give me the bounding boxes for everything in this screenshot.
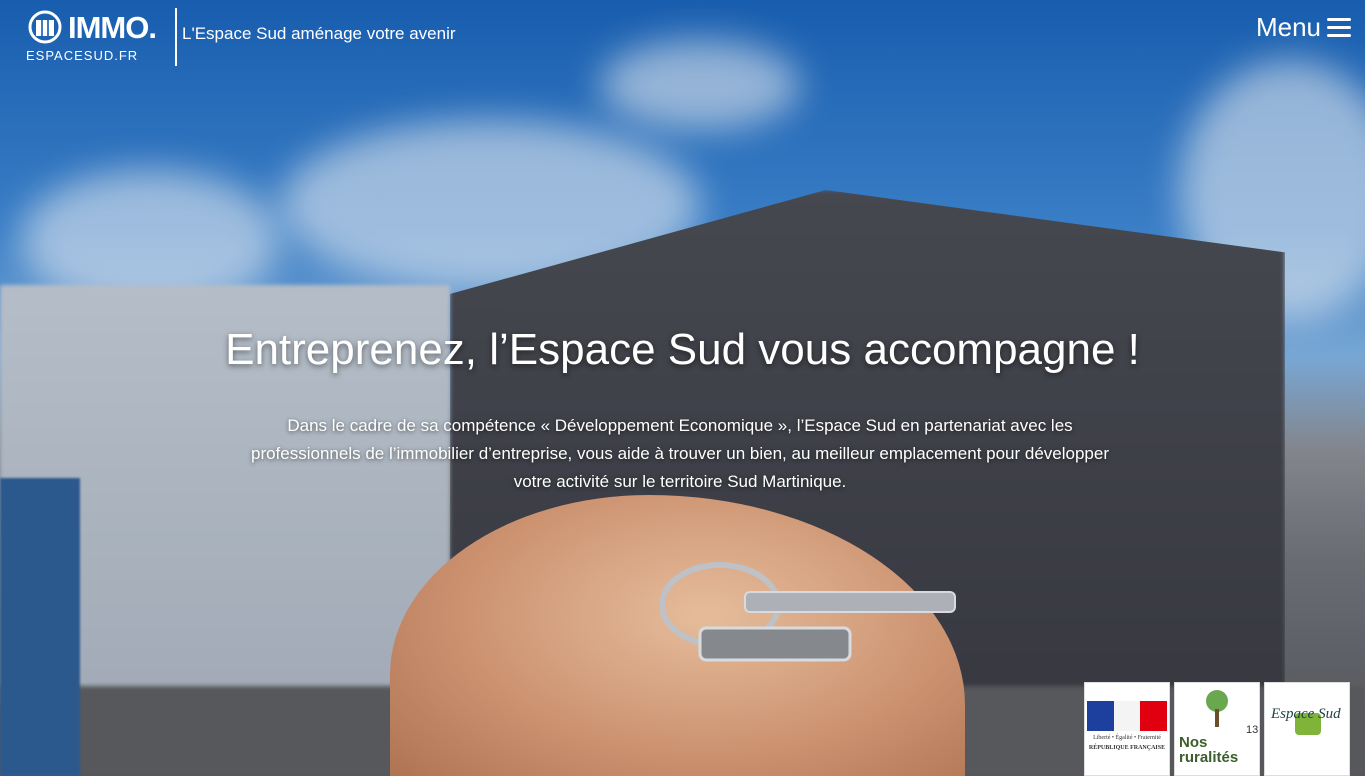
tree-icon bbox=[1206, 690, 1228, 727]
logo-wordmark: IMMO. bbox=[68, 10, 157, 45]
site-tagline: L'Espace Sud aménage votre avenir bbox=[182, 24, 456, 43]
page-indicator: 13 bbox=[1246, 724, 1259, 736]
menu-button[interactable]: Menu bbox=[1256, 12, 1351, 43]
partner-label: Nos ruralités bbox=[1179, 734, 1239, 766]
header-divider bbox=[175, 8, 177, 66]
partner-logo-republique-francaise[interactable]: Liberté • Égalité • Fraternité RÉPUBLIQU… bbox=[1084, 682, 1170, 776]
partner-label: Espace Sud bbox=[1271, 706, 1341, 722]
site-header: IMMO. ESPACESUD.FR L'Espace Sud aménage … bbox=[0, 0, 1365, 70]
menu-label: Menu bbox=[1255, 12, 1321, 42]
hero-description: Dans le cadre de sa compétence « Dévelop… bbox=[250, 416, 1110, 491]
hamburger-icon bbox=[1327, 17, 1351, 38]
french-flag-icon bbox=[1087, 701, 1168, 731]
partner-motto: Liberté • Égalité • Fraternité bbox=[1093, 735, 1161, 741]
logo-domain: ESPACESUD.FR bbox=[26, 48, 139, 63]
site-logo[interactable]: IMMO. ESPACESUD.FR bbox=[26, 8, 157, 64]
building-icon bbox=[28, 10, 62, 44]
hero-title: Entreprenez, l’Espace Sud vous accompagn… bbox=[225, 325, 1140, 374]
partner-label: RÉPUBLIQUE FRANÇAISE bbox=[1088, 745, 1166, 751]
partner-logos: Liberté • Égalité • Fraternité RÉPUBLIQU… bbox=[1084, 682, 1350, 776]
hero-background bbox=[0, 0, 1365, 776]
partner-logo-espace-sud[interactable]: Espace Sud bbox=[1264, 682, 1350, 776]
